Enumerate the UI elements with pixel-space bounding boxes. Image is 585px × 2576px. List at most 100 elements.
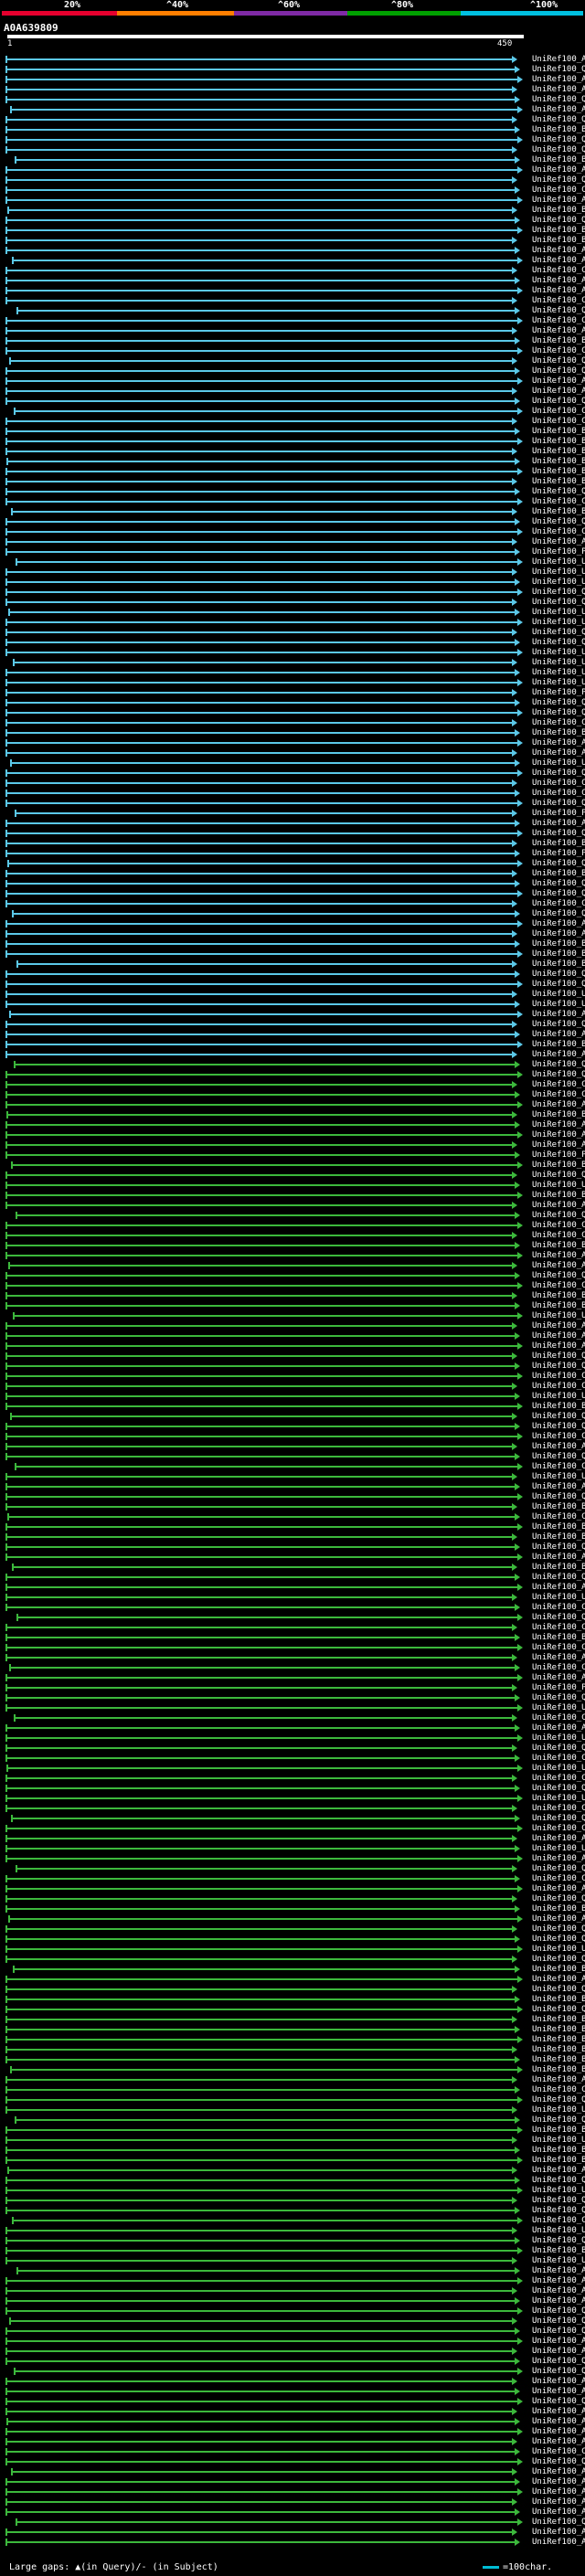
hit-link[interactable]: UniRef100_Q2V3X8 [532,115,585,125]
hit-link[interactable]: UniRef100_A6YME8 [532,2347,585,2357]
hit-link[interactable]: UniRef100_A9V9H5 [532,748,585,758]
hit-link[interactable]: UniRef100_UP1000.. [532,668,585,678]
hit-link[interactable]: UniRef100_UP1000.. [532,2256,585,2266]
hit-link[interactable]: UniRef100_A6RZ47 [532,1130,585,1140]
hit-link[interactable]: UniRef100_Q8MUR4 [532,2095,585,2105]
hit-link[interactable]: UniRef100_A5CW07 [532,1834,585,1844]
hit-link[interactable]: UniRef100_UP1000.. [532,567,585,578]
hit-link[interactable]: UniRef100_UP1000.. [532,1311,585,1321]
hit-link[interactable]: UniRef100_B5UAU8 [532,728,585,738]
hit-link[interactable]: UniRef100_P26785 [532,1683,585,1693]
hit-link[interactable]: UniRef100_UP1000.. [532,758,585,769]
hit-link[interactable]: UniRef100_C4N1A9 [532,2085,585,2095]
hit-link[interactable]: UniRef100_A7PK38 [532,1914,585,1924]
hit-link[interactable]: UniRef100_Q2H487 [532,1894,585,1904]
hit-link[interactable]: UniRef100_A3GE29 [532,1261,585,1271]
hit-link[interactable]: UniRef100_Q83722 [532,2518,585,2528]
hit-link[interactable]: UniRef100_C1GXX4 [532,1372,585,1382]
hit-link[interactable]: UniRef100_UP1000.. [532,1794,585,1804]
hit-link[interactable]: UniRef100_C7Q1L7 [532,1824,585,1834]
hit-link[interactable]: UniRef100_B6K631 [532,1291,585,1301]
hit-link[interactable]: UniRef100_A1DR53 [532,1321,585,1331]
hit-link[interactable]: UniRef100_C1BS81 [532,1603,585,1613]
hit-link[interactable]: UniRef100_A7TMD6 [532,1553,585,1563]
hit-link[interactable]: UniRef100_A8UNG0 [532,1010,585,1020]
hit-link[interactable]: UniRef100_A6YME0 [532,1854,585,1864]
hit-link[interactable]: UniRef100_B8NSP9 [532,1110,585,1120]
hit-link[interactable]: UniRef100_B6TG85 [532,437,585,447]
hit-link[interactable]: UniRef100_B6TQM1 [532,457,585,467]
hit-link[interactable]: UniRef100_Q43004 [532,2176,585,2186]
hit-link[interactable]: UniRef100_B8PYF4 [532,2125,585,2136]
hit-link[interactable]: UniRef100_A6YMC9 [532,2427,585,2437]
hit-link[interactable]: UniRef100_Q9FKC0 [532,175,585,186]
hit-link[interactable]: UniRef100_A9P837 [532,246,585,256]
hit-link[interactable]: UniRef100_B6TKD3 [532,477,585,487]
hit-link[interactable]: UniRef100_A3GF85 [532,1251,585,1261]
hit-link[interactable]: UniRef100_A9NNL7 [532,326,585,336]
hit-link[interactable]: UniRef100_UP1000.. [532,1181,585,1191]
hit-link[interactable]: UniRef100_A6YME4 [532,2266,585,2276]
hit-link[interactable]: UniRef100_A6RP86 [532,1341,585,1352]
hit-link[interactable]: UniRef100_B4LST0 [532,2055,585,2065]
hit-link[interactable]: UniRef100_UP1000.. [532,2226,585,2236]
hit-link[interactable]: UniRef100_B2B5K2 [532,839,585,849]
hit-link[interactable]: UniRef100_C9ZNY5 [532,779,585,789]
hit-link[interactable]: UniRef100_B2TB47 [532,939,585,949]
hit-link[interactable]: UniRef100_B3B7W7 [532,1161,585,1171]
hit-link[interactable]: UniRef100_A6YMD8 [532,2337,585,2347]
hit-link[interactable]: UniRef100_A6YMD3 [532,2276,585,2286]
hit-link[interactable]: UniRef100_A7KTN4 [532,1482,585,1492]
hit-link[interactable]: UniRef100_A6YME5 [532,1884,585,1894]
hit-link[interactable]: UniRef100_Q6CL98 [532,1362,585,1372]
hit-link[interactable]: UniRef100_C4QLF3 [532,1643,585,1653]
hit-link[interactable]: UniRef100_B9RB78 [532,226,585,236]
hit-link[interactable]: UniRef100_A6YMD4 [532,2467,585,2477]
hit-link[interactable]: UniRef100_C4R759 [532,2216,585,2226]
hit-link[interactable]: UniRef100_P19253 [532,849,585,859]
hit-link[interactable]: UniRef100_Q8BSL4 [532,708,585,718]
hit-link[interactable]: UniRef100_Q4L4Y4 [532,1744,585,1754]
hit-link[interactable]: UniRef100_A0BKM6 [532,2477,585,2487]
hit-link[interactable]: UniRef100_A6YMD7 [532,2507,585,2518]
hit-link[interactable]: UniRef100_B5MXD3 [532,1402,585,1412]
hit-link[interactable]: UniRef100_C4Y5K6 [532,1623,585,1633]
hit-link[interactable]: UniRef100_A6YMF6 [532,2286,585,2296]
hit-link[interactable]: UniRef100_Q16U57 [532,2327,585,2337]
hit-link[interactable]: UniRef100_Q4MA02 [532,2397,585,2407]
hit-link[interactable]: UniRef100_B6G652 [532,949,585,959]
hit-link[interactable]: UniRef100_C6H1N1 [532,1221,585,1231]
hit-link[interactable]: UniRef100_Q517L1 [532,306,585,316]
hit-link[interactable]: UniRef100_B4HNK3 [532,2065,585,2075]
hit-link[interactable]: UniRef100_B6SJA6 [532,447,585,457]
hit-link[interactable]: UniRef100_Q42848 [532,1784,585,1794]
hit-link[interactable]: UniRef100_B2VC36 [532,1040,585,1050]
hit-link[interactable]: UniRef100_Q65U55 [532,356,585,366]
hit-link[interactable]: UniRef100_UP1000.. [532,678,585,688]
hit-link[interactable]: UniRef100_C5GBM9 [532,1281,585,1291]
hit-link[interactable]: UniRef100_A7TG99 [532,1100,585,1110]
hit-link[interactable]: UniRef100_A0CIE1 [532,2497,585,2507]
hit-link[interactable]: UniRef100_B9WKH8 [532,1522,585,1532]
hit-link[interactable]: UniRef100_P35427 [532,809,585,819]
hit-link[interactable]: UniRef100_Q9LMU8 [532,135,585,145]
hit-link[interactable]: UniRef100_Q9SVR0 [532,65,585,75]
hit-link[interactable]: UniRef100_UP1000.. [532,1703,585,1713]
hit-link[interactable]: UniRef100_C0HFM4 [532,346,585,356]
hit-link[interactable]: UniRef100_Q6FNP2 [532,1452,585,1462]
hit-link[interactable]: UniRef100_C5MED0 [532,1663,585,1673]
hit-link[interactable]: UniRef100_Q5UK15 [532,2236,585,2246]
hit-link[interactable]: UniRef100_Q5UTS3 [532,879,585,889]
hit-link[interactable]: UniRef100_Q4KTH2 [532,980,585,990]
hit-link[interactable]: UniRef100_B7FMQ6 [532,206,585,216]
hit-link[interactable]: UniRef100_Q7M2V2 [532,588,585,598]
hit-link[interactable]: UniRef100_A7RQ53 [532,2487,585,2497]
hit-link[interactable]: UniRef100_Q1MR63 [532,2316,585,2327]
hit-link[interactable]: UniRef100_Q9VNE9 [532,2005,585,2015]
hit-link[interactable]: UniRef100_B8SVP4 [532,2246,585,2256]
hit-link[interactable]: UniRef100_A0QD28 [532,919,585,929]
hit-link[interactable]: UniRef100_Q4WJH1 [532,1211,585,1221]
hit-link[interactable]: UniRef100_A6YE62 [532,2417,585,2427]
hit-link[interactable]: UniRef100_A5E6S3 [532,1583,585,1593]
hit-link[interactable]: UniRef100_A6YMD6 [532,2407,585,2417]
